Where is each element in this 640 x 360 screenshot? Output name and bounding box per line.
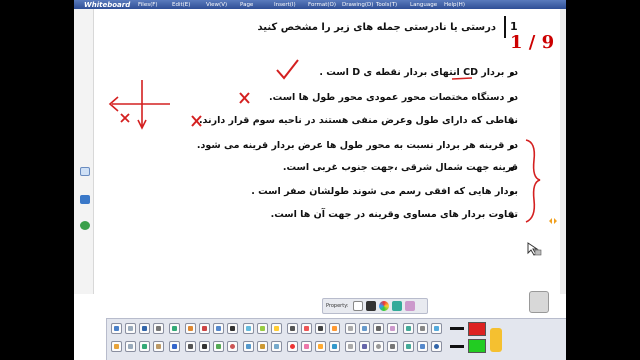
menu-page[interactable]: Page: [240, 2, 274, 8]
link-icon[interactable]: [169, 341, 180, 352]
menu-help[interactable]: Help(H): [444, 2, 478, 8]
toolbar-scroll-arrows-icon[interactable]: [490, 328, 502, 352]
line-thin-swatch[interactable]: [450, 327, 464, 330]
green-color-swatch[interactable]: [468, 339, 486, 353]
brush-icon[interactable]: [301, 341, 312, 352]
save-icon[interactable]: [139, 323, 150, 334]
spotlight-icon[interactable]: [329, 323, 340, 334]
title-bar: Whiteboard Files(F) Edit(E) View(V) Page…: [74, 0, 566, 9]
film-icon[interactable]: [287, 323, 298, 334]
camera-icon[interactable]: [373, 323, 384, 334]
cut-icon[interactable]: [199, 323, 210, 334]
eraser-icon[interactable]: [405, 301, 416, 311]
menu-insert[interactable]: Insert(I): [274, 2, 308, 8]
menu-tools[interactable]: Tools(T): [376, 2, 410, 8]
ruler-icon[interactable]: [345, 323, 356, 334]
table-icon[interactable]: [243, 341, 254, 352]
statement-7: تفاوت بردار های مساوی وقرینه در جهت آن ه…: [270, 209, 518, 220]
statement-1: در بردار CD انتهای بردار نقطه ی D است .: [319, 67, 518, 78]
eraser-tool-icon[interactable]: [387, 323, 398, 334]
bullet: [510, 97, 514, 101]
page-thumbnail-icon[interactable]: [80, 167, 90, 176]
red-color-swatch[interactable]: [468, 322, 486, 336]
bullet: [510, 214, 514, 218]
line-style-icon[interactable]: [353, 301, 364, 311]
pointer-tool-icon[interactable]: [526, 242, 542, 256]
bullet: [510, 72, 514, 76]
property-label: Property:: [326, 303, 349, 309]
menu-edit[interactable]: Edit(E): [172, 2, 206, 8]
marker-icon[interactable]: [301, 323, 312, 334]
statement-5: قرینه جهت شمال شرقی ،جهت جنوب غربی است.: [282, 162, 518, 173]
property-bar: Property:: [322, 298, 428, 314]
image-icon[interactable]: [257, 323, 268, 334]
fill-bucket-icon[interactable]: [329, 341, 340, 352]
undo-icon[interactable]: [169, 323, 180, 334]
settings-icon[interactable]: [417, 323, 428, 334]
search-icon[interactable]: [185, 341, 196, 352]
folder-icon[interactable]: [111, 323, 122, 334]
protractor-icon[interactable]: [345, 341, 356, 352]
info-icon[interactable]: [431, 341, 442, 352]
pencil-icon[interactable]: [315, 341, 326, 352]
grid-icon[interactable]: [431, 323, 442, 334]
question-title: درستی یا نادرستی جمله های زیر را مشخص کن…: [257, 22, 496, 33]
shape-icon[interactable]: [243, 323, 254, 334]
menu-language[interactable]: Language: [410, 2, 444, 8]
select-icon[interactable]: [185, 323, 196, 334]
highlighter-icon[interactable]: [271, 323, 282, 334]
statement-4: در قرینه هر بردار نسبت به محور طول ها عر…: [196, 140, 518, 151]
bullet: [510, 191, 514, 195]
globe-icon[interactable]: [80, 221, 90, 230]
app-name: Whiteboard: [84, 0, 131, 9]
redo-icon[interactable]: [139, 341, 150, 352]
left-side-panel: [74, 9, 94, 299]
page-counter: 1 / 9: [510, 32, 555, 53]
line-thick-swatch[interactable]: [450, 345, 464, 348]
statement-3: نقاطی که دارای طول وعرض منفی هستند در نا…: [198, 115, 518, 126]
bullet: [510, 167, 514, 171]
pen-icon[interactable]: [315, 323, 326, 334]
fill-icon[interactable]: [392, 301, 403, 311]
screen-icon[interactable]: [359, 323, 370, 334]
lock-icon[interactable]: [257, 341, 268, 352]
double-arrow-icon[interactable]: [548, 216, 558, 226]
new-page-icon[interactable]: [125, 323, 136, 334]
line-tool-icon[interactable]: [199, 341, 210, 352]
menu-files[interactable]: Files(F): [138, 2, 172, 8]
page-add-icon[interactable]: [125, 341, 136, 352]
bullet: [510, 120, 514, 124]
menu-drawing[interactable]: Drawing(D): [342, 2, 376, 8]
copy-icon[interactable]: [213, 323, 224, 334]
statement-2: در دستگاه مختصات محور عمودی محور طول ها …: [269, 92, 518, 103]
line-width-icon[interactable]: [366, 301, 377, 311]
clipboard-icon[interactable]: [153, 341, 164, 352]
whiteboard-app: Whiteboard Files(F) Edit(E) View(V) Page…: [74, 0, 566, 360]
zoom-icon[interactable]: [403, 323, 414, 334]
question-divider: [504, 16, 506, 38]
record-icon[interactable]: [287, 341, 298, 352]
calculator-icon[interactable]: [403, 341, 414, 352]
rectangle-icon[interactable]: [213, 341, 224, 352]
text-icon[interactable]: [227, 323, 238, 334]
menu-bar: Files(F) Edit(E) View(V) Page Insert(I) …: [138, 2, 478, 8]
menu-view[interactable]: View(V): [206, 2, 240, 8]
bullet: [510, 145, 514, 149]
vertical-scrollbar[interactable]: [560, 9, 566, 294]
keyboard-icon[interactable]: [387, 341, 398, 352]
layers-icon[interactable]: [271, 341, 282, 352]
statement-6: بردار هایی که افقی رسم می شوند طولشان صف…: [251, 186, 518, 197]
open-icon[interactable]: [111, 341, 122, 352]
clock-icon[interactable]: [373, 341, 384, 352]
print-icon[interactable]: [153, 323, 164, 334]
circle-icon[interactable]: [227, 341, 238, 352]
menu-format[interactable]: Format(O): [308, 2, 342, 8]
document-icon[interactable]: [80, 195, 90, 204]
curtain-icon[interactable]: [359, 341, 370, 352]
trash-icon[interactable]: [529, 291, 549, 313]
color-palette-icon[interactable]: [379, 301, 390, 311]
share-icon[interactable]: [417, 341, 428, 352]
whiteboard-canvas[interactable]: [94, 9, 560, 294]
